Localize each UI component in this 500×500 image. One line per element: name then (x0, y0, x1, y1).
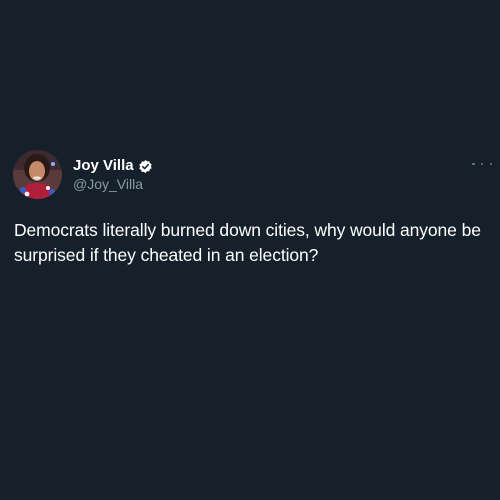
author-handle[interactable]: @Joy_Villa (73, 176, 143, 193)
author-avatar[interactable] (13, 150, 62, 199)
more-dot (472, 162, 475, 166)
more-dot (489, 162, 492, 166)
avatar-photo-icon (13, 150, 62, 199)
verified-badge-icon (138, 159, 153, 174)
more-options-icon[interactable] (472, 158, 492, 170)
author-name-row: Joy Villa (73, 157, 153, 175)
tweet-card: Joy Villa @Joy_Villa Democrats literally… (0, 0, 500, 500)
tweet-text: Democrats literally burned down cities, … (14, 220, 481, 265)
author-display-name[interactable]: Joy Villa (73, 157, 134, 175)
more-dot (480, 162, 484, 166)
